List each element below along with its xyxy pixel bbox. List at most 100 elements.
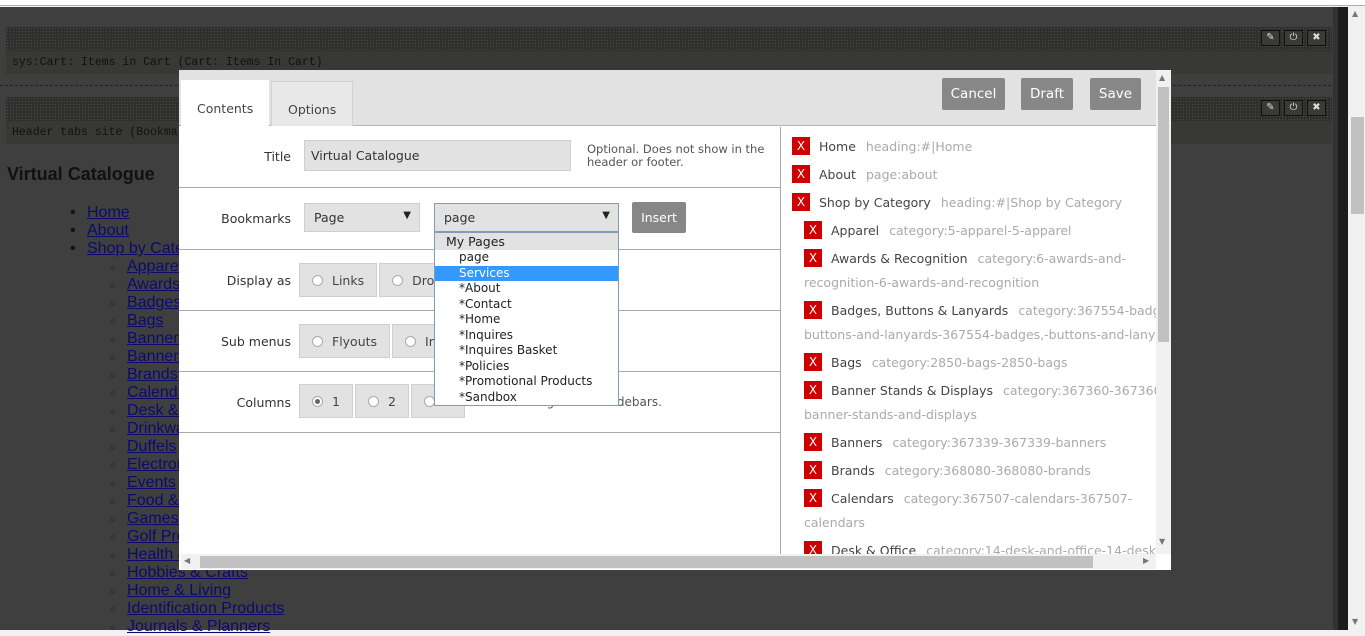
title-hint: Optional. Does not show in the header or… bbox=[587, 142, 765, 169]
bookmark-name[interactable]: Banners bbox=[831, 435, 882, 450]
site-subnav-link[interactable]: Events bbox=[127, 474, 176, 491]
dropdown-option[interactable]: *Home bbox=[435, 312, 618, 328]
delete-bookmark-button[interactable]: X bbox=[804, 541, 822, 555]
bookmark-target-dropdown[interactable]: My Pages page Services *About *Contact *Home… bbox=[434, 232, 619, 406]
columns-1-option[interactable]: 1 bbox=[299, 384, 353, 418]
bookmark-path: category:367507-calendars-367507- bbox=[903, 491, 1133, 506]
submenus-flyouts-option[interactable]: Flyouts bbox=[299, 324, 391, 358]
edit-icon[interactable]: ✎ bbox=[1261, 30, 1280, 46]
site-subnav-link[interactable]: Games bbox=[127, 510, 179, 527]
bookmark-path: page:about bbox=[865, 167, 938, 182]
site-nav-link[interactable]: About bbox=[87, 222, 129, 239]
site-title: Virtual Catalogue bbox=[7, 164, 155, 184]
bookmark-name[interactable]: Home bbox=[819, 139, 856, 154]
modal-vertical-scrollbar-thumb[interactable] bbox=[1158, 87, 1169, 342]
page-scrollbar[interactable]: ▲ ▼ bbox=[1348, 7, 1365, 630]
widget-handle-cart[interactable]: ✎ ⏻ ✖ bbox=[6, 27, 1332, 51]
power-icon[interactable]: ⏻ bbox=[1284, 100, 1303, 116]
delete-bookmark-button[interactable]: X bbox=[792, 165, 810, 183]
bookmark-name[interactable]: Awards & Recognition bbox=[831, 251, 968, 266]
insert-button[interactable]: Insert bbox=[632, 202, 686, 233]
delete-bookmark-button[interactable]: X bbox=[804, 301, 822, 319]
bookmark-name[interactable]: Brands bbox=[831, 463, 875, 478]
bookmark-path: category:368080-368080-brands bbox=[884, 463, 1091, 478]
scroll-right-icon[interactable]: ▶ bbox=[1143, 556, 1149, 565]
bookmark-name[interactable]: Apparel bbox=[831, 223, 879, 238]
site-subnav-link[interactable]: Bags bbox=[127, 312, 163, 329]
dropdown-option[interactable]: *Inquires Basket bbox=[435, 343, 618, 359]
dropdown-option[interactable]: Services bbox=[435, 265, 618, 281]
title-input[interactable]: Virtual Catalogue bbox=[304, 140, 571, 171]
bookmark-item: X Awards & Recognition category:6-awards-a… bbox=[804, 247, 1156, 271]
site-subnav-link[interactable]: Banners bbox=[127, 348, 187, 365]
close-icon[interactable]: ✖ bbox=[1307, 30, 1326, 46]
scroll-down-icon[interactable]: ▼ bbox=[1352, 617, 1358, 626]
bookmark-item: X Bags category:2850-bags-2850-bags bbox=[804, 351, 1156, 375]
bookmark-list: X Home heading:#|Home X About page:about X Shop… bbox=[782, 127, 1156, 555]
edit-icon[interactable]: ✎ bbox=[1261, 100, 1280, 116]
dropdown-option[interactable]: *Sandbox bbox=[435, 390, 618, 406]
radio-icon bbox=[392, 274, 404, 286]
power-icon[interactable]: ⏻ bbox=[1284, 30, 1303, 46]
site-subnav-link[interactable]: Journals & Planners bbox=[127, 618, 270, 635]
columns-2-option[interactable]: 2 bbox=[354, 384, 409, 418]
dropdown-option[interactable]: *Inquires bbox=[435, 328, 618, 344]
dropdown-option[interactable]: *About bbox=[435, 281, 618, 297]
delete-bookmark-button[interactable]: X bbox=[804, 433, 822, 451]
bookmark-type-select[interactable]: Page ▼ bbox=[304, 203, 420, 232]
delete-bookmark-button[interactable]: X bbox=[804, 221, 822, 239]
bookmark-name[interactable]: Shop by Category bbox=[819, 195, 931, 210]
bookmark-name[interactable]: About bbox=[819, 167, 856, 182]
dropdown-option[interactable]: page bbox=[435, 250, 618, 266]
site-subnav-link[interactable]: Brands bbox=[127, 366, 178, 383]
display-links-option[interactable]: Links bbox=[299, 263, 378, 297]
bookmark-path: category:5-apparel-5-apparel bbox=[889, 223, 1072, 238]
modal-header: Contents Options Cancel Draft Save bbox=[179, 70, 1156, 127]
bookmark-path: category:6-awards-and- bbox=[977, 251, 1127, 266]
save-button[interactable]: Save bbox=[1090, 78, 1141, 110]
site-nav-link[interactable]: Home bbox=[87, 204, 130, 221]
delete-bookmark-button[interactable]: X bbox=[792, 193, 810, 211]
page-scrollbar-thumb[interactable] bbox=[1351, 117, 1364, 214]
bookmark-name[interactable]: Calendars bbox=[831, 491, 894, 506]
delete-bookmark-button[interactable]: X bbox=[804, 353, 822, 371]
delete-bookmark-button[interactable]: X bbox=[804, 461, 822, 479]
scroll-down-icon[interactable]: ▼ bbox=[1159, 537, 1165, 546]
dropdown-option[interactable]: *Promotional Products bbox=[435, 374, 618, 390]
site-subnav-link[interactable]: Identification Products bbox=[127, 600, 284, 617]
bookmark-target-select[interactable]: page ▼ bbox=[434, 203, 619, 232]
radio-icon bbox=[312, 335, 323, 347]
bookmark-item: X Brands category:368080-368080-brands bbox=[804, 459, 1156, 483]
bookmark-name[interactable]: Banner Stands & Displays bbox=[831, 383, 993, 398]
radio-icon bbox=[312, 274, 323, 286]
title-label: Title bbox=[264, 149, 291, 164]
bookmark-item: X Apparel category:5-apparel-5-apparel bbox=[804, 219, 1156, 243]
dropdown-option[interactable]: *Contact bbox=[435, 297, 618, 313]
bookmark-name[interactable]: Bags bbox=[831, 355, 862, 370]
option-label: 1 bbox=[332, 393, 340, 409]
dropdown-group-label: My Pages bbox=[435, 233, 618, 250]
site-subnav-link[interactable]: Home & Living bbox=[127, 582, 231, 599]
scroll-up-icon[interactable]: ▲ bbox=[1159, 73, 1165, 82]
tab-options[interactable]: Options bbox=[271, 81, 353, 126]
close-icon[interactable]: ✖ bbox=[1307, 100, 1326, 116]
scroll-up-icon[interactable]: ▲ bbox=[1352, 9, 1358, 18]
bookmark-item: X Banners category:367339-367339-banners bbox=[804, 431, 1156, 455]
tab-contents[interactable]: Contents bbox=[181, 80, 269, 127]
dropdown-option[interactable]: *Policies bbox=[435, 359, 618, 375]
scroll-left-icon[interactable]: ◀ bbox=[184, 556, 190, 565]
cancel-button[interactable]: Cancel bbox=[942, 78, 1005, 110]
draft-button[interactable]: Draft bbox=[1021, 78, 1073, 110]
delete-bookmark-button[interactable]: X bbox=[804, 381, 822, 399]
site-subnav-link[interactable]: Apparel bbox=[127, 258, 182, 275]
delete-bookmark-button[interactable]: X bbox=[804, 249, 822, 267]
bookmark-item: X About page:about bbox=[792, 163, 1152, 187]
site-subnav-link[interactable]: Duffels bbox=[127, 438, 177, 455]
delete-bookmark-button[interactable]: X bbox=[792, 137, 810, 155]
display-label: Display as bbox=[226, 273, 291, 288]
bookmark-name[interactable]: Badges, Buttons & Lanyards bbox=[831, 303, 1008, 318]
submenus-label: Sub menus bbox=[221, 334, 291, 349]
modal-horizontal-scrollbar-thumb[interactable] bbox=[200, 556, 1093, 568]
bookmark-item: X Desk & Office category:14-desk-and-offic… bbox=[804, 539, 1156, 555]
delete-bookmark-button[interactable]: X bbox=[804, 489, 822, 507]
